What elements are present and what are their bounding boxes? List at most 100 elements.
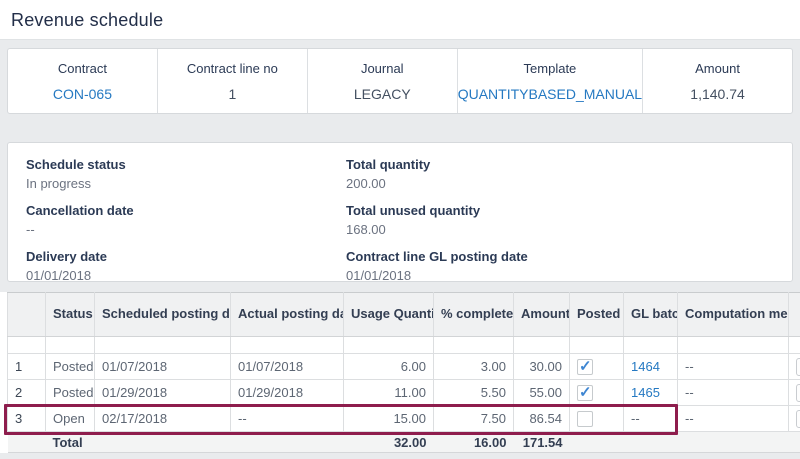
status-cell: Posted (46, 380, 95, 406)
delivery-date-label: Delivery date (26, 249, 346, 264)
summary-field-amount: Amount 1,140.74 (642, 49, 792, 113)
col-header-amount[interactable]: Amount (514, 293, 570, 337)
contract-line-gl-posting-date-label: Contract line GL posting date (346, 249, 774, 264)
computation-memo-cell: -- (678, 354, 789, 380)
gl-batch-cell: -- (624, 406, 678, 432)
row-number: 2 (8, 380, 46, 406)
total-unused-quantity-label: Total unused quantity (346, 203, 774, 218)
contract-link[interactable]: CON-065 (53, 86, 112, 102)
col-header-computation-memo[interactable]: Computation memo (678, 293, 789, 337)
posted-cell (570, 406, 624, 432)
col-header-usage-quantity[interactable]: Usage Quantity (344, 293, 434, 337)
details-left-column: Schedule status In progress Cancellation… (26, 157, 346, 281)
amount-cell: 30.00 (514, 354, 570, 380)
usage-quantity-cell: 11.00 (344, 380, 434, 406)
schedule-status-value: In progress (26, 176, 346, 191)
details-right-column: Total quantity 200.00 Total unused quant… (346, 157, 774, 281)
actual-posting-date-cell: 01/29/2018 (231, 380, 344, 406)
amount-label: Amount (695, 61, 740, 76)
schedule-status-label: Schedule status (26, 157, 346, 172)
total-quantity-value: 200.00 (346, 176, 774, 191)
total-label: Total (46, 432, 95, 453)
col-header-pct-completed[interactable]: % completed (434, 293, 514, 337)
row-actions-cell (789, 406, 800, 432)
col-header-actual-posting-date[interactable]: Actual posting date (231, 293, 344, 337)
row-actions-cell (789, 380, 800, 406)
gl-batch-link[interactable]: 1464 (631, 359, 660, 374)
total-usage-quantity: 32.00 (344, 432, 434, 453)
total-unused-quantity-field: Total unused quantity 168.00 (346, 203, 774, 237)
schedule-status-field: Schedule status In progress (26, 157, 346, 191)
col-header-posted[interactable]: Posted (570, 293, 624, 337)
cancellation-date-value: -- (26, 222, 346, 237)
summary-field-contract-line-no: Contract line no 1 (157, 49, 307, 113)
scheduled-posting-date-cell: 01/07/2018 (95, 354, 231, 380)
contract-line-gl-posting-date-value: 01/01/2018 (346, 268, 774, 283)
schedule-table-section: Status Scheduled posting date Actual pos… (0, 292, 800, 453)
posted-cell (570, 354, 624, 380)
usage-quantity-cell: 6.00 (344, 354, 434, 380)
total-unused-quantity-value: 168.00 (346, 222, 774, 237)
row-action-button[interactable] (796, 358, 800, 376)
total-quantity-field: Total quantity 200.00 (346, 157, 774, 191)
summary-field-contract: Contract CON-065 (8, 49, 157, 113)
table-row-highlighted: 3 Open 02/17/2018 -- 15.00 7.50 86.54 --… (8, 406, 800, 432)
title-bar: Revenue schedule (0, 0, 800, 40)
gl-batch-cell: 1464 (624, 354, 678, 380)
computation-memo-cell: -- (678, 406, 789, 432)
table-row: 2 Posted 01/29/2018 01/29/2018 11.00 5.5… (8, 380, 800, 406)
contract-line-no-value: 1 (228, 86, 236, 102)
col-header-actions (789, 293, 800, 337)
journal-value: LEGACY (354, 86, 411, 102)
row-action-button[interactable] (796, 410, 800, 428)
summary-field-template: Template QUANTITYBASED_MANUAL (457, 49, 642, 113)
template-link[interactable]: QUANTITYBASED_MANUAL (458, 86, 642, 102)
status-cell: Posted (46, 354, 95, 380)
total-amount: 171.54 (514, 432, 570, 453)
contract-line-gl-posting-date-field: Contract line GL posting date 01/01/2018 (346, 249, 774, 283)
delivery-date-value: 01/01/2018 (26, 268, 346, 283)
pct-completed-cell: 5.50 (434, 380, 514, 406)
computation-memo-cell: -- (678, 380, 789, 406)
row-number: 3 (8, 406, 46, 432)
page-title: Revenue schedule (11, 10, 800, 31)
scheduled-posting-date-cell: 02/17/2018 (95, 406, 231, 432)
pct-completed-cell: 7.50 (434, 406, 514, 432)
summary-field-journal: Journal LEGACY (307, 49, 457, 113)
posted-checkbox[interactable] (577, 411, 593, 427)
actual-posting-date-cell: -- (231, 406, 344, 432)
scheduled-posting-date-cell: 01/29/2018 (95, 380, 231, 406)
total-pct-completed: 16.00 (434, 432, 514, 453)
cancellation-date-field: Cancellation date -- (26, 203, 346, 237)
amount-cell: 55.00 (514, 380, 570, 406)
usage-quantity-cell: 15.00 (344, 406, 434, 432)
posted-cell (570, 380, 624, 406)
amount-value: 1,140.74 (690, 86, 745, 102)
gl-batch-link[interactable]: 1465 (631, 385, 660, 400)
contract-label: Contract (58, 61, 107, 76)
row-actions-cell (789, 354, 800, 380)
table-total-row: Total 32.00 16.00 171.54 (8, 432, 800, 453)
col-header-gl-batch[interactable]: GL batch (624, 293, 678, 337)
posted-checkbox[interactable] (577, 359, 593, 375)
delivery-date-field: Delivery date 01/01/2018 (26, 249, 346, 283)
pct-completed-cell: 3.00 (434, 354, 514, 380)
schedule-details-panel: Schedule status In progress Cancellation… (7, 142, 793, 282)
table-spacer-row (8, 337, 800, 354)
revenue-schedule-table: Status Scheduled posting date Actual pos… (7, 292, 800, 453)
actual-posting-date-cell: 01/07/2018 (231, 354, 344, 380)
posted-checkbox[interactable] (577, 385, 593, 401)
summary-bar: Contract CON-065 Contract line no 1 Jour… (7, 48, 793, 114)
col-header-scheduled-posting-date[interactable]: Scheduled posting date (95, 293, 231, 337)
row-action-button[interactable] (796, 384, 800, 402)
col-header-status[interactable]: Status (46, 293, 95, 337)
total-quantity-label: Total quantity (346, 157, 774, 172)
template-label: Template (524, 61, 577, 76)
contract-line-no-label: Contract line no (187, 61, 278, 76)
status-cell: Open (46, 406, 95, 432)
table-header-row: Status Scheduled posting date Actual pos… (8, 293, 800, 337)
journal-label: Journal (361, 61, 404, 76)
row-number: 1 (8, 354, 46, 380)
table-row: 1 Posted 01/07/2018 01/07/2018 6.00 3.00… (8, 354, 800, 380)
cancellation-date-label: Cancellation date (26, 203, 346, 218)
